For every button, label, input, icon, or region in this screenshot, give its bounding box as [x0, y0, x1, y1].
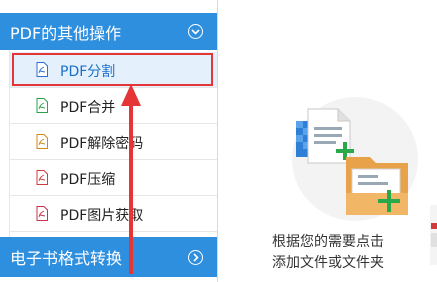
section-title: PDF的其他操作 [10, 23, 122, 43]
section-header-ebook-conversion[interactable]: 电子书格式转换 [0, 237, 217, 277]
sidebar-item-pdf-remove-password[interactable]: PDF解除密码 [10, 124, 217, 160]
chevron-circle-down-icon[interactable] [188, 24, 203, 39]
sidebar-item-label: PDF解除密码 [60, 136, 144, 152]
highlight-box [12, 53, 213, 86]
partial-icon [430, 205, 437, 265]
chevron-circle-right-icon[interactable] [188, 249, 203, 265]
section-title: 电子书格式转换 [10, 249, 123, 268]
pdf-file-icon [36, 98, 48, 113]
sidebar-item-label: PDF合并 [60, 100, 116, 116]
section-header-other-operations[interactable]: PDF的其他操作 [0, 13, 217, 50]
hint-line-1: 根据您的需要点击 [272, 234, 384, 250]
sidebar: PDF的其他操作 PDF分割 PDF合并 PDF解除密码 PDF压缩 PDF图片… [0, 0, 218, 282]
sidebar-item-label: PDF图片获取 [60, 208, 144, 224]
add-files-folder-icon[interactable] [292, 97, 418, 221]
hint-line-2: 添加文件或文件夹 [272, 255, 384, 271]
add-files-hint: 根据您的需要点击 添加文件或文件夹 [272, 232, 432, 274]
sidebar-item-label: PDF压缩 [60, 172, 116, 188]
sidebar-item-pdf-compress[interactable]: PDF压缩 [10, 160, 217, 196]
pdf-file-icon [36, 134, 48, 149]
sidebar-item-pdf-merge[interactable]: PDF合并 [10, 88, 217, 124]
pdf-file-icon [36, 206, 48, 221]
panel-divider [217, 0, 218, 282]
pdf-file-icon [36, 170, 48, 185]
sidebar-item-pdf-image-extract[interactable]: PDF图片获取 [10, 196, 217, 232]
